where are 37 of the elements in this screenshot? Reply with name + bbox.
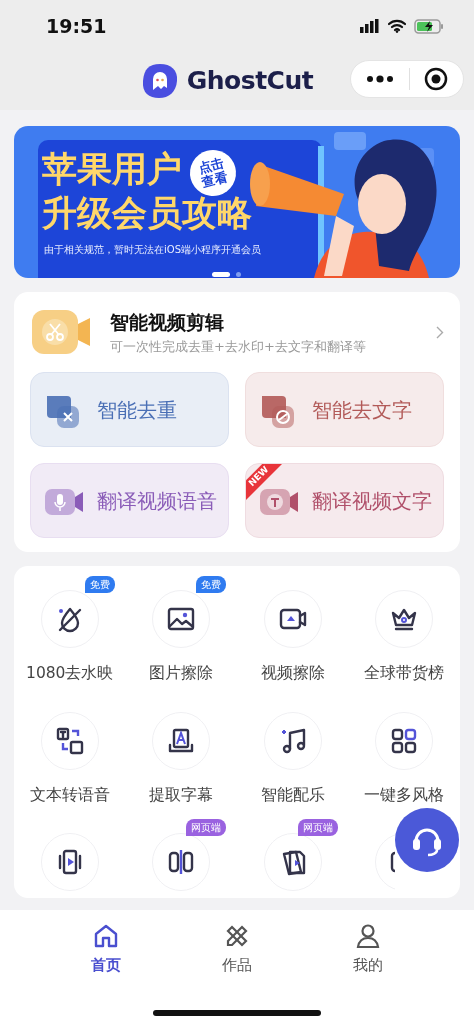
tool-label: 视频擦除 <box>260 663 325 684</box>
carousel-dot[interactable] <box>236 272 241 277</box>
tab-bar-item[interactable]: 首页 <box>65 922 146 977</box>
tool-tag: 网页端 <box>297 818 338 836</box>
banner-headline: 苹果用户 <box>42 152 182 187</box>
tool-tag: 免费 <box>196 576 227 593</box>
tool-tile[interactable]: 智能去文字 <box>245 372 444 447</box>
clock-time: 19:51 <box>46 13 107 39</box>
tab-bar-item[interactable]: 作品 <box>197 922 277 977</box>
tool-label: 提取字幕 <box>149 785 214 807</box>
tool-label: 1080去水映 <box>26 663 114 684</box>
tool-label: 图片擦除 <box>149 663 214 684</box>
tool-tile[interactable]: 智能去重 <box>30 372 229 447</box>
tool-tag: 免费 <box>84 576 115 593</box>
tool-label: 全球带货榜 <box>364 663 445 684</box>
tool-tile-label: 翻译视频文字 <box>312 487 432 515</box>
chevron-right-icon <box>436 325 444 339</box>
tool-tile[interactable]: 翻译视频语音 <box>30 463 229 538</box>
battery-icon <box>414 18 444 34</box>
close-target-icon[interactable] <box>424 67 448 91</box>
promo-banner[interactable]: 苹果用户 升级会员攻略 点击 查看 由于相关规范，暂时无法在iOS端小程序开通会员 <box>14 126 460 278</box>
signal-icon <box>360 19 380 33</box>
app-title: GhostCut <box>186 65 314 98</box>
tool-tag: 网页端 <box>186 818 227 836</box>
tool-label: 一键多风格 <box>364 785 445 807</box>
tool-tile-label: 智能去重 <box>97 396 177 424</box>
tab-bar-item[interactable]: 我的 <box>328 922 409 977</box>
text-to-speech-icon <box>54 726 85 757</box>
tool-label: 智能配乐 <box>260 785 325 807</box>
ghost-logo-icon <box>140 62 179 100</box>
wifi-icon <box>388 19 406 33</box>
banner-subtitle: 由于相关规范，暂时无法在iOS端小程序开通会员 <box>44 243 261 257</box>
tool-tile-label: 智能去文字 <box>312 396 412 424</box>
tool-label: 文本转语音 <box>29 785 110 807</box>
tool-tile-label: 翻译视频语音 <box>97 487 217 515</box>
more-icon[interactable] <box>367 75 393 83</box>
feature-title: 智能视频剪辑 <box>110 310 225 335</box>
